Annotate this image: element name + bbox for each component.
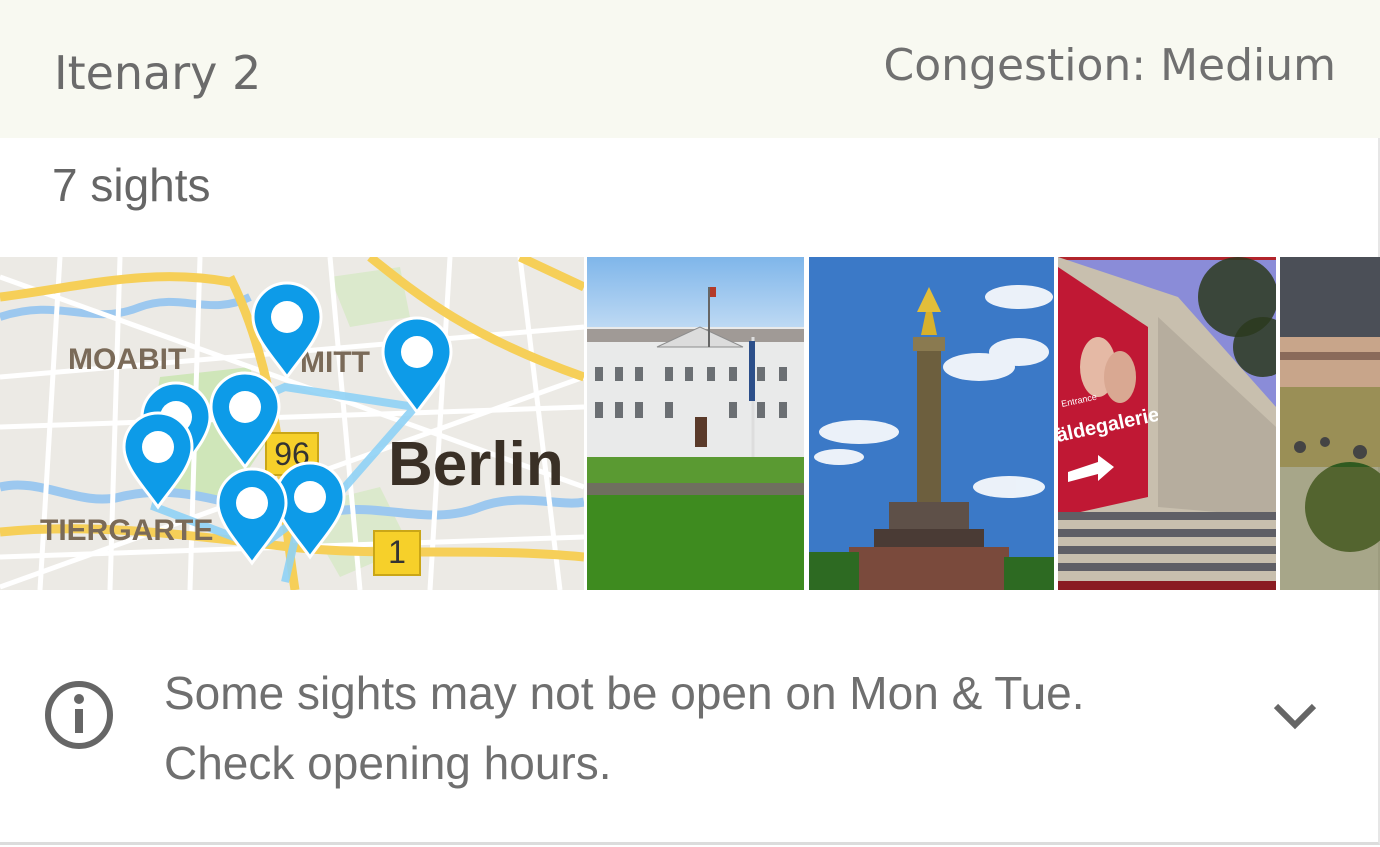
map-label-tiergarten: TIERGARTE <box>40 514 213 547</box>
itinerary-title: Itenary 2 <box>54 46 262 100</box>
route-map[interactable]: 96 1 MOABIT MITT TIERGARTE Berlin <box>0 257 584 590</box>
svg-text:1: 1 <box>388 534 406 570</box>
map-label-berlin: Berlin <box>388 430 564 499</box>
sights-count: 7 sights <box>52 159 211 211</box>
sight-photo-victory-column[interactable] <box>809 257 1054 590</box>
opening-hours-notice[interactable]: Some sights may not be open on Mon & Tue… <box>0 640 1380 800</box>
notice-line-1: Some sights may not be open on Mon & Tue… <box>164 667 1085 719</box>
sight-photo-gemaeldegalerie[interactable]: Entrance äldegalerie <box>1058 257 1276 590</box>
chevron-down-icon[interactable] <box>1272 700 1318 732</box>
road-shield-1: 1 <box>373 530 421 576</box>
notice-text: Some sights may not be open on Mon & Tue… <box>164 658 1214 798</box>
info-circle-icon <box>45 681 113 749</box>
notice-line-2: Check opening hours. <box>164 737 612 789</box>
map-label-moabit: MOABIT <box>68 343 186 376</box>
itinerary-header: Itenary 2 Congestion: Medium <box>0 0 1380 138</box>
itinerary-card[interactable]: Itenary 2 Congestion: Medium 7 sights 96… <box>0 0 1380 845</box>
map-label-mitte: MITT <box>300 346 370 379</box>
congestion-label: Congestion: Medium <box>883 40 1336 91</box>
photo-strip[interactable]: 96 1 MOABIT MITT TIERGARTE Berlin Entran… <box>0 257 1380 590</box>
sight-photo-bellevue[interactable] <box>587 257 804 590</box>
sight-photo-park[interactable] <box>1280 257 1380 590</box>
